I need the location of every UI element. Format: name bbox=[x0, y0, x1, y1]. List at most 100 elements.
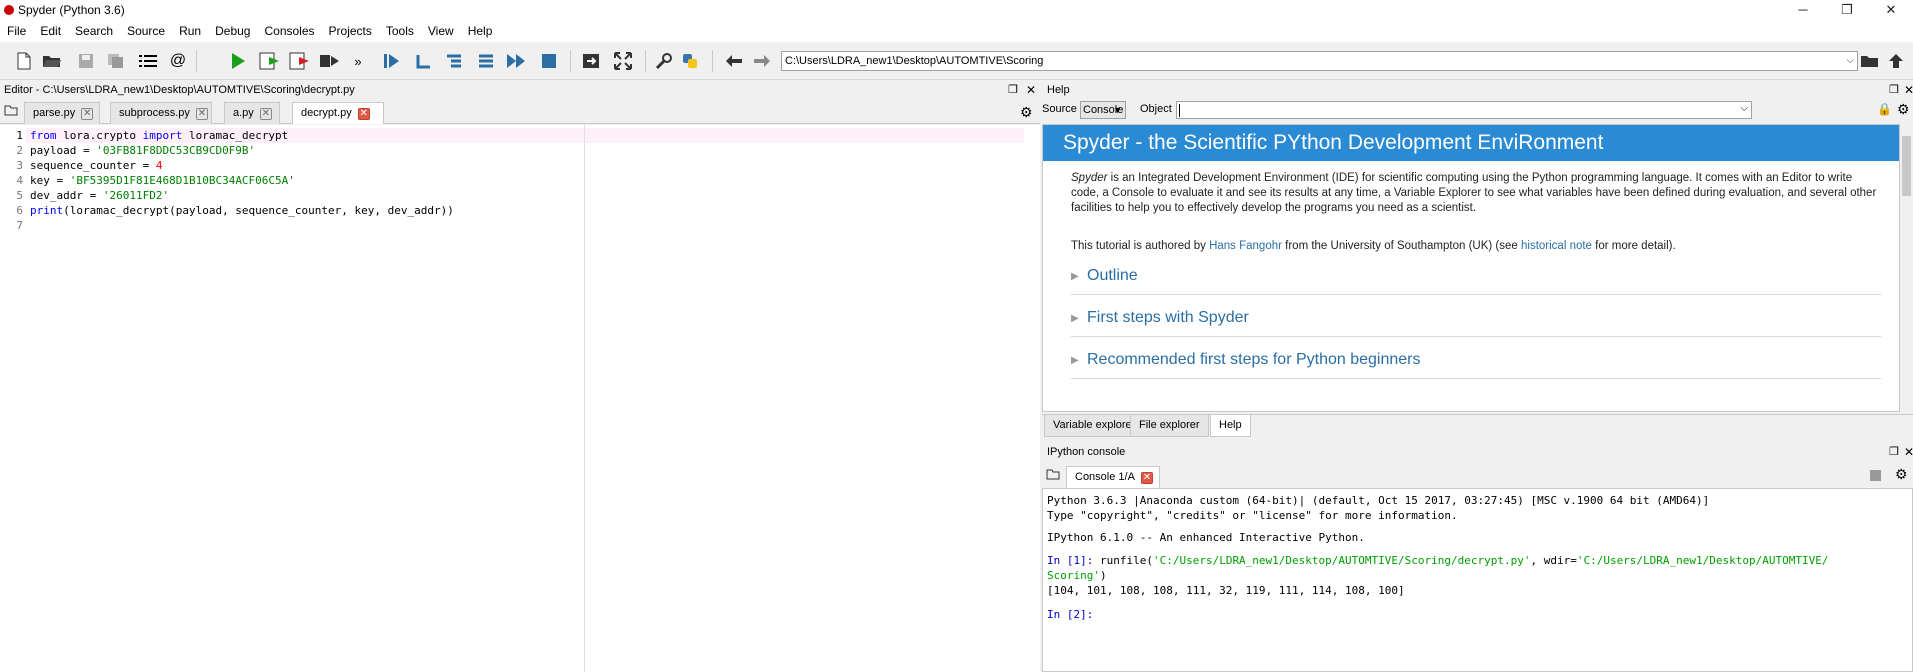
menu-view[interactable]: View bbox=[421, 20, 461, 42]
minimize-button[interactable]: ─ bbox=[1781, 0, 1825, 20]
menu-bar: File Edit Search Source Run Debug Consoles Proj… bbox=[0, 20, 1913, 42]
run-selection-icon[interactable] bbox=[318, 49, 342, 73]
tab-label: Console 1/A bbox=[1075, 471, 1135, 483]
help-intro-paragraph: Spyder is an Integrated Development Envi… bbox=[1071, 172, 1877, 214]
close-window-button[interactable]: ✕ bbox=[1869, 0, 1913, 20]
fullscreen-icon[interactable] bbox=[611, 49, 635, 73]
chevron-down-icon[interactable]: ⌵ bbox=[1846, 52, 1854, 70]
section-first-steps[interactable]: ▶ First steps with Spyder bbox=[1071, 307, 1881, 337]
help-pane: Help ❐ ✕ Source Console ▼ Object ⌵ 🔒 ⚙ Sp… bbox=[1042, 80, 1913, 442]
menu-debug[interactable]: Debug bbox=[208, 20, 257, 42]
forward-arrow-icon[interactable] bbox=[750, 49, 774, 73]
python-path-icon[interactable] bbox=[678, 49, 702, 73]
new-file-icon[interactable] bbox=[12, 49, 36, 73]
undock-icon[interactable]: ❐ bbox=[1008, 80, 1018, 100]
author-link[interactable]: Hans Fangohr bbox=[1209, 240, 1282, 252]
menu-tools[interactable]: Tools bbox=[379, 20, 421, 42]
editor-pane: Editor - C:\Users\LDRA_new1\Desktop\AUTO… bbox=[0, 80, 1040, 672]
menu-consoles[interactable]: Consoles bbox=[257, 20, 321, 42]
run-icon[interactable] bbox=[226, 49, 250, 73]
chevron-down-icon[interactable]: ⌵ bbox=[1740, 103, 1748, 114]
undock-icon[interactable]: ❐ bbox=[1889, 80, 1899, 100]
menu-run[interactable]: Run bbox=[172, 20, 208, 42]
tab-parse-py[interactable]: parse.py ✕ bbox=[24, 102, 100, 124]
stop-debug-icon[interactable] bbox=[537, 49, 561, 73]
tab-console-1a[interactable]: Console 1/A ✕ bbox=[1066, 466, 1160, 488]
historical-note-link[interactable]: historical note bbox=[1521, 240, 1592, 252]
browse-tabs-folder-icon[interactable] bbox=[4, 104, 18, 119]
step-into-icon[interactable] bbox=[442, 49, 466, 73]
close-tab-icon[interactable]: ✕ bbox=[259, 108, 272, 120]
tab-a-py[interactable]: a.py ✕ bbox=[224, 102, 280, 124]
code-line: from lora.crypto import loramac_decrypt bbox=[30, 129, 289, 142]
close-tab-icon[interactable]: ✕ bbox=[1140, 472, 1153, 484]
menu-projects[interactable]: Projects bbox=[322, 20, 379, 42]
console-header: IPython console ❐ ✕ bbox=[1042, 442, 1913, 462]
tab-file-explorer[interactable]: File explorer bbox=[1130, 415, 1209, 437]
menu-file[interactable]: File bbox=[0, 20, 33, 42]
help-toolbar: Source Console ▼ Object ⌵ 🔒 ⚙ bbox=[1042, 100, 1913, 122]
help-scrollbar[interactable] bbox=[1900, 124, 1913, 412]
run-cell-advance-icon[interactable] bbox=[288, 49, 312, 73]
source-select[interactable]: Console ▼ bbox=[1080, 101, 1126, 119]
close-tab-icon[interactable]: ✕ bbox=[357, 108, 370, 120]
options-gear-icon[interactable]: ⚙ bbox=[1897, 101, 1910, 118]
close-tab-icon[interactable]: ✕ bbox=[195, 108, 208, 120]
console-line: [104, 101, 108, 108, 111, 32, 119, 111, … bbox=[1047, 584, 1405, 597]
debug-icon[interactable] bbox=[380, 49, 404, 73]
more-toolbar-chevron-icon[interactable]: » bbox=[346, 49, 370, 73]
section-outline[interactable]: ▶ Outline bbox=[1071, 265, 1881, 295]
open-folder-icon[interactable] bbox=[40, 49, 64, 73]
code-editor[interactable]: 1 2 3 4 5 6 7 from lora.crypto import lo… bbox=[0, 125, 1040, 672]
console-line: Scoring') bbox=[1047, 569, 1107, 582]
maximize-pane-icon[interactable] bbox=[579, 49, 603, 73]
save-icon[interactable] bbox=[74, 49, 98, 73]
tab-decrypt-py[interactable]: decrypt.py ✕ bbox=[292, 102, 384, 124]
save-all-icon[interactable] bbox=[104, 49, 128, 73]
object-input[interactable]: ⌵ bbox=[1176, 101, 1752, 119]
outline-list-icon[interactable] bbox=[136, 49, 160, 73]
tab-subprocess-py[interactable]: subprocess.py ✕ bbox=[110, 102, 212, 124]
menu-help[interactable]: Help bbox=[461, 20, 500, 42]
code-line: dev_addr = '26011FD2' bbox=[30, 189, 170, 202]
close-pane-icon[interactable]: ✕ bbox=[1904, 442, 1913, 462]
console-tab-bar: Console 1/A ✕ ⚙ bbox=[1042, 462, 1913, 488]
line-number: 3 bbox=[16, 159, 23, 172]
working-directory-combobox[interactable]: C:\Users\LDRA_new1\Desktop\AUTOMTIVE\Sco… bbox=[781, 51, 1858, 71]
section-recommended-first-steps[interactable]: ▶ Recommended first steps for Python begi… bbox=[1071, 349, 1881, 379]
step-icon[interactable] bbox=[412, 49, 436, 73]
console-output[interactable]: Python 3.6.3 |Anaconda custom (64-bit)| … bbox=[1042, 488, 1913, 672]
close-pane-icon[interactable]: ✕ bbox=[1904, 80, 1913, 100]
close-pane-icon[interactable]: ✕ bbox=[1026, 80, 1036, 100]
continue-icon[interactable] bbox=[504, 49, 528, 73]
console-pane-title: IPython console bbox=[1047, 446, 1126, 458]
menu-edit[interactable]: Edit bbox=[33, 20, 68, 42]
email-at-icon[interactable]: @ bbox=[166, 49, 190, 73]
edge-line bbox=[584, 125, 585, 672]
tab-help[interactable]: Help bbox=[1210, 415, 1251, 437]
undock-icon[interactable]: ❐ bbox=[1889, 442, 1899, 462]
step-return-icon[interactable] bbox=[474, 49, 498, 73]
close-tab-icon[interactable]: ✕ bbox=[81, 108, 94, 120]
line-number: 2 bbox=[16, 144, 23, 157]
menu-source[interactable]: Source bbox=[120, 20, 172, 42]
run-cell-icon[interactable] bbox=[258, 49, 282, 73]
tab-label: a.py bbox=[233, 107, 254, 119]
options-gear-icon[interactable]: ⚙ bbox=[1895, 466, 1908, 483]
parent-directory-icon[interactable] bbox=[1884, 49, 1908, 73]
menu-search[interactable]: Search bbox=[68, 20, 120, 42]
options-gear-icon[interactable]: ⚙ bbox=[1020, 104, 1033, 121]
maximize-button[interactable]: ❐ bbox=[1825, 0, 1869, 20]
preferences-wrench-icon[interactable] bbox=[652, 49, 676, 73]
browse-tabs-folder-icon[interactable] bbox=[1046, 468, 1060, 483]
line-number: 6 bbox=[16, 204, 23, 217]
interrupt-stop-icon[interactable] bbox=[1870, 470, 1881, 481]
ipython-console-pane: IPython console ❐ ✕ Console 1/A ✕ ⚙ Pytho… bbox=[1042, 442, 1913, 672]
line-number: 7 bbox=[16, 219, 23, 232]
tab-label: parse.py bbox=[33, 107, 76, 119]
browse-folder-icon[interactable] bbox=[1858, 49, 1882, 73]
lock-icon[interactable]: 🔒 bbox=[1877, 102, 1892, 116]
back-arrow-icon[interactable] bbox=[722, 49, 746, 73]
code-line: sequence_counter = 4 bbox=[30, 159, 163, 172]
line-number: 4 bbox=[16, 174, 23, 187]
